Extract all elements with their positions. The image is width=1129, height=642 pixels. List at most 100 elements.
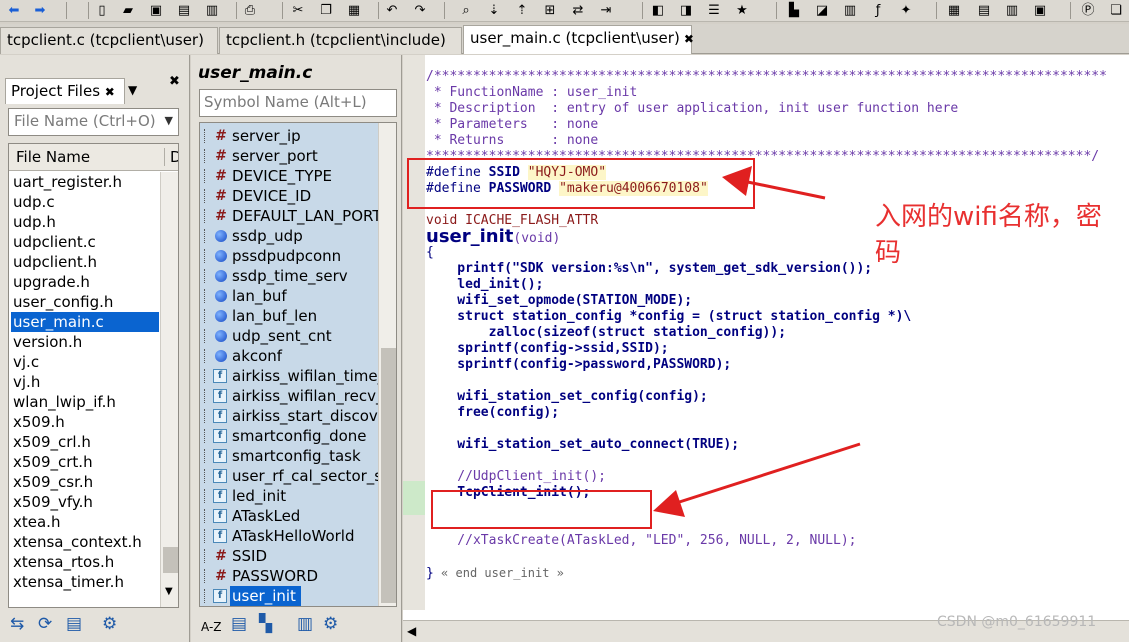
- settings-icon[interactable]: ⚙: [323, 614, 338, 634]
- scrollbar-thumb[interactable]: [163, 547, 178, 573]
- symbol-list-item[interactable]: # DEVICE_TYPE: [200, 166, 378, 186]
- symbol-list-item[interactable]: f ATaskHelloWorld: [200, 526, 378, 546]
- project-files-tab-close-icon[interactable]: ✖: [105, 85, 115, 99]
- pane-close-icon[interactable]: ✖: [169, 74, 180, 89]
- fx-icon[interactable]: ƒ: [868, 1, 888, 20]
- bookmark-prev-icon[interactable]: ◧: [648, 1, 668, 20]
- symbol-list-item[interactable]: f smartconfig_task: [200, 446, 378, 466]
- tab-tcpclient-h[interactable]: tcpclient.h (tcpclient\include): [219, 27, 462, 54]
- file-list-item[interactable]: udp.h: [11, 212, 159, 232]
- project-files-tab[interactable]: Project Files ✖: [5, 78, 125, 104]
- code-line[interactable]: //xTaskCreate(ATaskLed, "LED", 256, NULL…: [426, 533, 856, 549]
- code-line[interactable]: sprintf(config->password,PASSWORD);: [426, 357, 731, 373]
- code-line[interactable]: free(config);: [426, 405, 559, 421]
- sync-icon[interactable]: ⇆: [10, 614, 24, 634]
- find-files-icon[interactable]: ⊞: [540, 1, 560, 20]
- code-editor[interactable]: /***************************************…: [403, 55, 1129, 642]
- find-icon[interactable]: ⌕: [456, 1, 476, 20]
- symbol-list-item[interactable]: ssdp_time_serv: [200, 266, 378, 286]
- file-list-item[interactable]: xtea.h: [11, 512, 159, 532]
- symbol-list-item[interactable]: f airkiss_wifilan_recv_callbk: [200, 386, 378, 406]
- file-list-item[interactable]: x509_crt.h: [11, 452, 159, 472]
- code-line[interactable]: {: [426, 245, 434, 261]
- symbol-list-item[interactable]: f ATaskLed: [200, 506, 378, 526]
- code-line[interactable]: * FunctionName : user_init: [426, 85, 638, 101]
- save-as-icon[interactable]: ▤: [174, 1, 194, 20]
- goto-icon[interactable]: ⇥: [596, 1, 616, 20]
- scroll-down-arrow-icon[interactable]: ▼: [165, 586, 173, 597]
- bookmark-list-icon[interactable]: ☰: [704, 1, 724, 20]
- category-icon[interactable]: ▚: [259, 614, 272, 634]
- undo-icon[interactable]: ↶: [382, 1, 402, 20]
- print-icon[interactable]: ⎙: [240, 1, 260, 20]
- copy-icon[interactable]: ❐: [316, 1, 336, 20]
- scrollbar-thumb[interactable]: [381, 348, 396, 603]
- project-icon[interactable]: Ⓟ: [1078, 1, 1098, 20]
- find-prev-icon[interactable]: ⇡: [512, 1, 532, 20]
- symbol-list-item[interactable]: # PASSWORD: [200, 566, 378, 586]
- code-line[interactable]: * Returns : none: [426, 133, 598, 149]
- symbol-list-item[interactable]: # server_ip: [200, 126, 378, 146]
- file-list-item[interactable]: vj.c: [11, 352, 159, 372]
- symbol-icon[interactable]: ▥: [840, 1, 860, 20]
- symbol-list-item[interactable]: f airkiss_start_discover: [200, 406, 378, 426]
- code-line[interactable]: //UdpClient_init();: [426, 469, 606, 485]
- file-list-item[interactable]: udpclient.h: [11, 252, 159, 272]
- cut-icon[interactable]: ✂: [288, 1, 308, 20]
- file-list-item[interactable]: xtensa_timer.h: [11, 572, 159, 592]
- file-list-item[interactable]: uart_register.h: [11, 172, 159, 192]
- open-folder-icon[interactable]: ▰: [118, 1, 138, 20]
- file-list-item[interactable]: x509_csr.h: [11, 472, 159, 492]
- code-line[interactable]: struct station_config *config = (struct …: [426, 309, 911, 325]
- layout-3-icon[interactable]: ▥: [1002, 1, 1022, 20]
- sort-az-icon[interactable]: A-Z: [201, 620, 222, 634]
- layout-4-icon[interactable]: ▣: [1030, 1, 1050, 20]
- bookmark-next-icon[interactable]: ◨: [676, 1, 696, 20]
- layout-2-icon[interactable]: ▤: [974, 1, 994, 20]
- forward-arrow-icon[interactable]: ➡: [30, 1, 50, 20]
- code-line[interactable]: wifi_station_set_auto_connect(TRUE);: [426, 437, 739, 453]
- file-list-scrollbar[interactable]: ▼: [160, 172, 178, 607]
- symbol-list-item[interactable]: f user_rf_cal_sector_set: [200, 466, 378, 486]
- symbol-list-item[interactable]: ssdp_udp: [200, 226, 378, 246]
- symbol-list-item[interactable]: # server_port: [200, 146, 378, 166]
- code-line[interactable]: printf("SDK version:%s\n", system_get_sd…: [426, 261, 872, 277]
- back-arrow-icon[interactable]: ⬅: [4, 1, 24, 20]
- settings-icon[interactable]: ⚙: [102, 614, 117, 634]
- code-line[interactable]: * Description : entry of user applicatio…: [426, 101, 958, 117]
- file-list-item[interactable]: version.h: [11, 332, 159, 352]
- file-list-item[interactable]: xtensa_context.h: [11, 532, 159, 552]
- bookmark-add-icon[interactable]: ★: [732, 1, 752, 20]
- file-search-dropdown-icon[interactable]: ▼: [165, 114, 173, 127]
- file-list-item[interactable]: udpclient.c: [11, 232, 159, 252]
- code-line[interactable]: * Parameters : none: [426, 117, 598, 133]
- build-icon[interactable]: ✦: [896, 1, 916, 20]
- book-icon[interactable]: ▥: [297, 614, 313, 634]
- file-list-item[interactable]: vj.h: [11, 372, 159, 392]
- file-list-item[interactable]: x509_vfy.h: [11, 492, 159, 512]
- new-file-icon[interactable]: ▯: [92, 1, 112, 20]
- code-line[interactable]: wifi_set_opmode(STATION_MODE);: [426, 293, 692, 309]
- file-list-item[interactable]: udp.c: [11, 192, 159, 212]
- replace-icon[interactable]: ⇄: [568, 1, 588, 20]
- symbol-search-input[interactable]: Symbol Name (Alt+L): [199, 89, 397, 117]
- list-view-icon[interactable]: ▤: [231, 614, 247, 634]
- symbol-list-item[interactable]: # SSID: [200, 546, 378, 566]
- symbol-list-item[interactable]: udp_sent_cnt: [200, 326, 378, 346]
- tab-tcpclient-c[interactable]: tcpclient.c (tcpclient\user): [0, 27, 218, 54]
- file-list-item[interactable]: x509_crl.h: [11, 432, 159, 452]
- symbol-list-item[interactable]: lan_buf_len: [200, 306, 378, 326]
- symbol-list-item[interactable]: f airkiss_wifilan_time_callback: [200, 366, 378, 386]
- column-header-directory[interactable]: Di: [164, 148, 178, 166]
- symbol-list-item[interactable]: f smartconfig_done: [200, 426, 378, 446]
- redo-icon[interactable]: ↷: [410, 1, 430, 20]
- code-line[interactable]: led_init();: [426, 277, 543, 293]
- browse-icon[interactable]: ▙: [784, 1, 804, 20]
- save-icon[interactable]: ▣: [146, 1, 166, 20]
- save-all-icon[interactable]: ▥: [202, 1, 222, 20]
- code-line[interactable]: user_init(void): [426, 226, 560, 248]
- file-list-item[interactable]: user_main.c: [11, 312, 159, 332]
- paste-icon[interactable]: ▦: [344, 1, 364, 20]
- scroll-left-arrow-icon[interactable]: ◀: [407, 624, 416, 638]
- file-list-item[interactable]: user_config.h: [11, 292, 159, 312]
